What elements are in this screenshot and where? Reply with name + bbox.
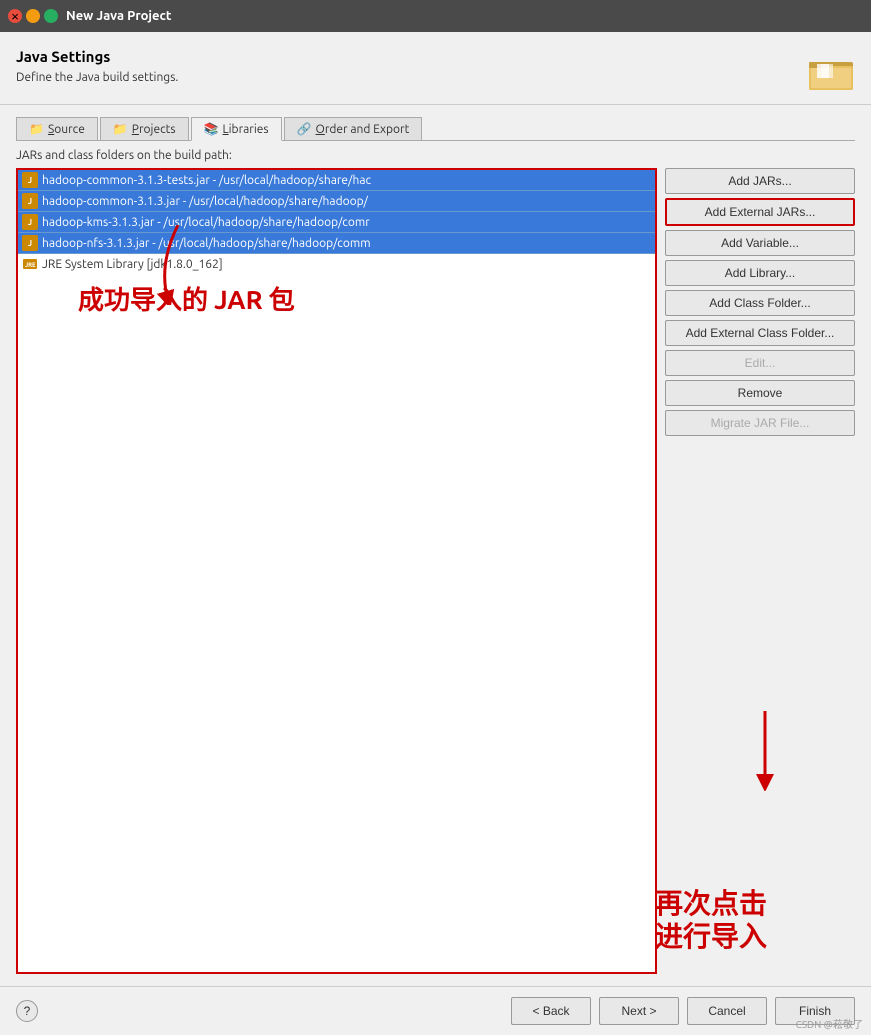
- maximize-window-button[interactable]: [44, 9, 58, 23]
- jar-list: J hadoop-common-3.1.3-tests.jar - /usr/l…: [18, 170, 655, 254]
- window-controls: ×: [8, 9, 58, 23]
- jar-icon-3: J: [22, 214, 38, 230]
- jar-icon-1: J: [22, 172, 38, 188]
- jar-item-2-text: hadoop-common-3.1.3.jar - /usr/local/had…: [42, 195, 368, 208]
- minimize-window-button[interactable]: [26, 9, 40, 23]
- title-bar: × New Java Project: [0, 0, 871, 32]
- annotation-left-text: 成功导入的 JAR 包: [78, 280, 295, 317]
- migrate-jar-button[interactable]: Migrate JAR File...: [665, 410, 855, 436]
- window-title: New Java Project: [66, 9, 172, 23]
- libraries-tab-label: Libraries: [223, 123, 269, 136]
- add-external-jars-button[interactable]: Add External JARs...: [665, 198, 855, 226]
- header-left: Java Settings Define the Java build sett…: [16, 48, 178, 84]
- dialog-header: Java Settings Define the Java build sett…: [0, 32, 871, 105]
- tab-source[interactable]: 📁 Source: [16, 117, 98, 140]
- right-panel: Add JARs... Add External JARs... Add Var…: [665, 168, 855, 974]
- jar-icon-4: J: [22, 235, 38, 251]
- close-window-button[interactable]: ×: [8, 9, 22, 23]
- jar-icon-2: J: [22, 193, 38, 209]
- annotation-right-line1: 再次点击: [655, 888, 767, 919]
- order-export-tab-icon: 🔗: [297, 122, 312, 136]
- help-button[interactable]: ?: [16, 1000, 38, 1022]
- dialog: Java Settings Define the Java build sett…: [0, 32, 871, 1035]
- edit-button[interactable]: Edit...: [665, 350, 855, 376]
- jre-item[interactable]: JRE JRE System Library [jdk1.8.0_162]: [18, 254, 655, 274]
- tab-projects[interactable]: 📁 Projects: [100, 117, 189, 140]
- section-label: JARs and class folders on the build path…: [16, 149, 855, 162]
- jre-item-text: JRE System Library [jdk1.8.0_162]: [42, 258, 223, 271]
- jar-item-3[interactable]: J hadoop-kms-3.1.3.jar - /usr/local/hado…: [18, 212, 655, 233]
- jar-item-1[interactable]: J hadoop-common-3.1.3-tests.jar - /usr/l…: [18, 170, 655, 191]
- jar-item-4[interactable]: J hadoop-nfs-3.1.3.jar - /usr/local/hado…: [18, 233, 655, 254]
- footer-left: ?: [16, 1000, 38, 1022]
- add-jars-button[interactable]: Add JARs...: [665, 168, 855, 194]
- source-tab-icon: 📁: [29, 122, 44, 136]
- remove-button[interactable]: Remove: [665, 380, 855, 406]
- arrow-annotation-right: [745, 711, 785, 794]
- content-area: J hadoop-common-3.1.3-tests.jar - /usr/l…: [16, 168, 855, 974]
- projects-tab-label: Projects: [132, 123, 176, 136]
- source-tab-label: Source: [48, 123, 85, 136]
- help-icon: ?: [24, 1004, 31, 1018]
- jre-icon: JRE: [22, 256, 38, 272]
- page-title: Java Settings: [16, 48, 178, 65]
- annotation-right-line2: 进行导入: [655, 921, 767, 952]
- jar-item-1-text: hadoop-common-3.1.3-tests.jar - /usr/loc…: [42, 174, 371, 187]
- tab-order-export[interactable]: 🔗 Order and Export: [284, 117, 423, 140]
- add-class-folder-button[interactable]: Add Class Folder...: [665, 290, 855, 316]
- dialog-footer: ? < Back Next > Cancel Finish: [0, 986, 871, 1035]
- libraries-tab-icon: 📚: [204, 122, 219, 136]
- dialog-body: 📁 Source 📁 Projects 📚 Libraries 🔗 Order …: [0, 105, 871, 986]
- jar-item-4-text: hadoop-nfs-3.1.3.jar - /usr/local/hadoop…: [42, 237, 371, 250]
- add-external-class-folder-button[interactable]: Add External Class Folder...: [665, 320, 855, 346]
- tab-bar: 📁 Source 📁 Projects 📚 Libraries 🔗 Order …: [16, 117, 855, 141]
- svg-text:JRE: JRE: [25, 262, 36, 269]
- cancel-button[interactable]: Cancel: [687, 997, 767, 1025]
- jar-item-2[interactable]: J hadoop-common-3.1.3.jar - /usr/local/h…: [18, 191, 655, 212]
- page-subtitle: Define the Java build settings.: [16, 71, 178, 84]
- folder-icon: [807, 48, 855, 96]
- buttons-panel: Add JARs... Add External JARs... Add Var…: [665, 168, 855, 436]
- tab-libraries[interactable]: 📚 Libraries: [191, 117, 282, 141]
- add-variable-button[interactable]: Add Variable...: [665, 230, 855, 256]
- back-button[interactable]: < Back: [511, 997, 591, 1025]
- jar-list-container[interactable]: J hadoop-common-3.1.3-tests.jar - /usr/l…: [16, 168, 657, 974]
- add-library-button[interactable]: Add Library...: [665, 260, 855, 286]
- next-button[interactable]: Next >: [599, 997, 679, 1025]
- order-export-tab-label: Order and Export: [316, 123, 410, 136]
- jar-item-3-text: hadoop-kms-3.1.3.jar - /usr/local/hadoop…: [42, 216, 370, 229]
- annotation-right-text: 再次点击 进行导入: [655, 887, 767, 954]
- watermark: CSDN @菘敬了: [796, 1016, 863, 1031]
- projects-tab-icon: 📁: [113, 122, 128, 136]
